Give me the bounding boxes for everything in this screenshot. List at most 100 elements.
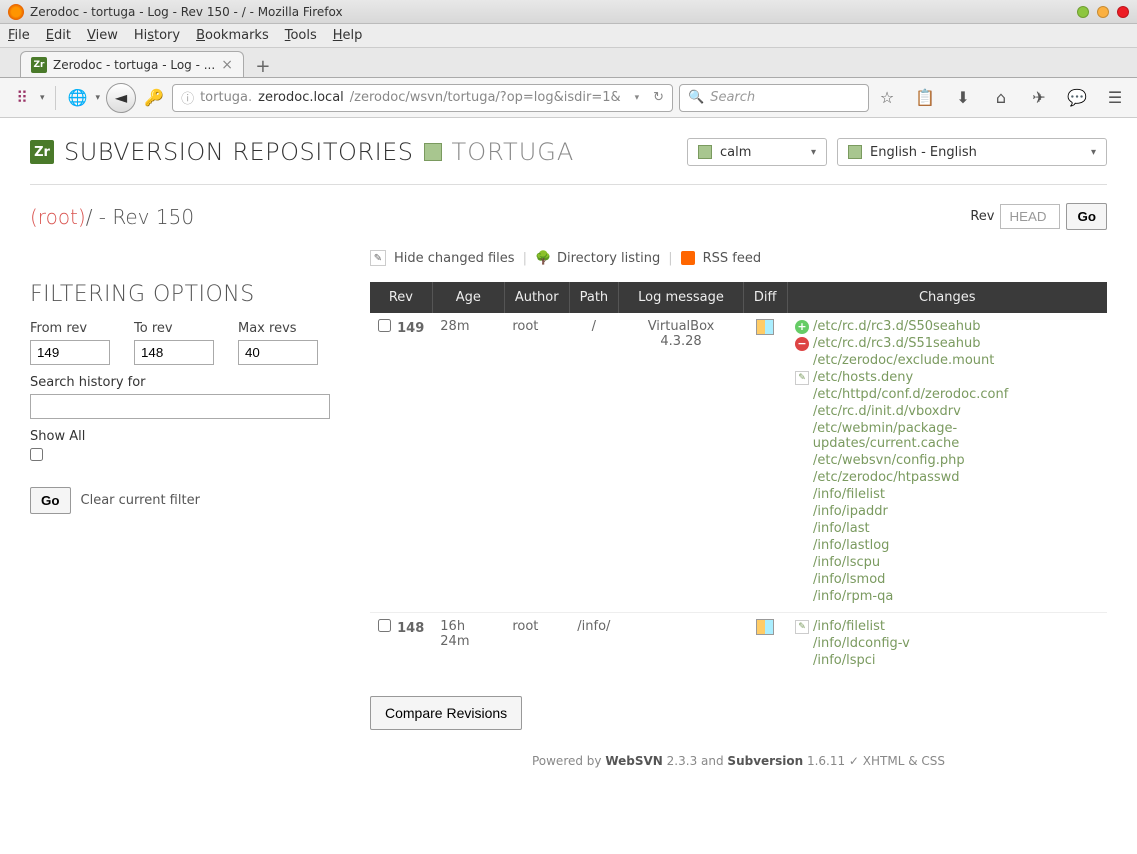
search-bar[interactable]: 🔍 Search — [679, 84, 869, 112]
url-bar[interactable]: ⓘ tortuga.zerodoc.local/zerodoc/wsvn/tor… — [172, 84, 673, 112]
language-dropdown[interactable]: English - English ▾ — [837, 138, 1107, 166]
diff-icon[interactable] — [756, 619, 774, 635]
apps-dropdown-icon[interactable]: ▾ — [40, 93, 45, 103]
search-history-label: Search history for — [30, 375, 340, 390]
key-icon[interactable]: 🔑 — [142, 86, 166, 110]
breadcrumb-root[interactable]: (root) — [30, 205, 86, 229]
th-diff[interactable]: Diff — [743, 282, 787, 313]
path-cell[interactable]: /info/ — [569, 613, 619, 677]
path-cell[interactable]: / — [569, 313, 619, 613]
th-author[interactable]: Author — [504, 282, 569, 313]
row-checkbox[interactable] — [378, 319, 391, 332]
change-path-link[interactable]: /etc/zerodoc/htpasswd — [813, 470, 960, 485]
show-all-field: Show All — [30, 429, 340, 465]
th-age[interactable]: Age — [432, 282, 504, 313]
change-line: /info/lastlog — [795, 538, 1099, 553]
diff-cell — [743, 313, 787, 613]
th-logmsg[interactable]: Log message — [619, 282, 744, 313]
rev-go-button[interactable]: Go — [1066, 203, 1107, 230]
filter-go-button[interactable]: Go — [30, 487, 71, 514]
change-path-link[interactable]: /etc/zerodoc/exclude.mount — [813, 353, 994, 368]
change-path-link[interactable]: /info/lsmod — [813, 572, 885, 587]
filter-sidebar: FILTERING OPTIONS From rev To rev Max re… — [30, 282, 340, 514]
url-dropdown-icon[interactable]: ▾ — [635, 93, 640, 103]
minimize-button[interactable] — [1077, 6, 1089, 18]
change-path-link[interactable]: /etc/rc.d/init.d/vboxdrv — [813, 404, 961, 419]
close-button[interactable] — [1117, 6, 1129, 18]
change-path-link[interactable]: /info/filelist — [813, 619, 885, 634]
th-changes[interactable]: Changes — [787, 282, 1107, 313]
change-path-link[interactable]: /info/rpm-qa — [813, 589, 893, 604]
globe-icon[interactable]: 🌐 — [66, 86, 90, 110]
separator: | — [523, 251, 527, 266]
search-history-input[interactable] — [30, 394, 330, 419]
menu-bookmarks[interactable]: Bookmarks — [196, 28, 269, 43]
change-path-link[interactable]: /etc/rc.d/rc3.d/S51seahub — [813, 336, 980, 351]
hide-changed-link[interactable]: Hide changed files — [394, 251, 515, 266]
change-path-link[interactable]: /info/lspci — [813, 653, 876, 668]
change-path-link[interactable]: /info/filelist — [813, 487, 885, 502]
logmsg-cell — [619, 613, 744, 677]
clear-filter-link[interactable]: Clear current filter — [81, 493, 200, 508]
modify-icon: ✎ — [795, 620, 809, 634]
max-revs-input[interactable] — [238, 340, 318, 365]
change-path-link[interactable]: /etc/httpd/conf.d/zerodoc.conf — [813, 387, 1008, 402]
change-line: /info/lspci — [795, 653, 1099, 668]
change-line: /etc/httpd/conf.d/zerodoc.conf — [795, 387, 1099, 402]
edit-icon: ✎ — [370, 250, 386, 266]
change-path-link[interactable]: /info/lastlog — [813, 538, 889, 553]
cube-icon — [848, 145, 862, 159]
to-rev-input[interactable] — [134, 340, 214, 365]
show-all-checkbox[interactable] — [30, 448, 43, 461]
directory-listing-link[interactable]: Directory listing — [557, 251, 660, 266]
download-icon[interactable]: ⬇ — [951, 86, 975, 110]
menu-icon[interactable]: ☰ — [1103, 86, 1127, 110]
footer: Powered by WebSVN 2.3.3 and Subversion 1… — [370, 754, 1107, 768]
language-value: English - English — [870, 145, 977, 160]
rev-number[interactable]: 148 — [397, 621, 424, 636]
new-tab-button[interactable]: + — [250, 55, 276, 77]
change-path-link[interactable]: /etc/rc.d/rc3.d/S50seahub — [813, 319, 980, 334]
menu-history[interactable]: History — [134, 28, 180, 43]
change-path-link[interactable]: /etc/websvn/config.php — [813, 453, 965, 468]
home-icon[interactable]: ⌂ — [989, 86, 1013, 110]
change-path-link[interactable]: /info/last — [813, 521, 870, 536]
rss-feed-link[interactable]: RSS feed — [703, 251, 762, 266]
rev-input[interactable] — [1000, 204, 1060, 229]
reload-icon[interactable]: ↻ — [653, 90, 664, 105]
th-rev[interactable]: Rev — [370, 282, 432, 313]
change-path-link[interactable]: /info/ldconfig-v — [813, 636, 910, 651]
row-checkbox[interactable] — [378, 619, 391, 632]
send-icon[interactable]: ✈ — [1027, 86, 1051, 110]
change-path-link[interactable]: /info/ipaddr — [813, 504, 888, 519]
clipboard-icon[interactable]: 📋 — [913, 86, 937, 110]
from-rev-input[interactable] — [30, 340, 110, 365]
apps-icon[interactable]: ⠿ — [10, 86, 34, 110]
back-button[interactable]: ◄ — [106, 83, 136, 113]
compare-revisions-button[interactable]: Compare Revisions — [370, 696, 522, 730]
tab-close-icon[interactable]: × — [221, 57, 233, 73]
browser-tab[interactable]: Zr Zerodoc - tortuga - Log - ... × — [20, 51, 244, 77]
header-title: SUBVERSION REPOSITORIES — [64, 138, 414, 166]
to-rev-label: To rev — [134, 321, 214, 336]
menu-edit[interactable]: Edit — [46, 28, 71, 43]
zr-logo: Zr — [30, 140, 54, 164]
rev-number[interactable]: 149 — [397, 321, 424, 336]
menu-view[interactable]: View — [87, 28, 118, 43]
globe-dropdown-icon[interactable]: ▾ — [96, 93, 101, 103]
theme-dropdown[interactable]: calm ▾ — [687, 138, 827, 166]
change-path-link[interactable]: /etc/hosts.deny — [813, 370, 913, 385]
menu-file[interactable]: File — [8, 28, 30, 43]
tree-icon: 🌳 — [535, 251, 549, 265]
chat-icon[interactable]: 💬 — [1065, 86, 1089, 110]
change-line: ✎ /etc/hosts.deny — [795, 370, 1099, 385]
th-path[interactable]: Path — [569, 282, 619, 313]
menu-help[interactable]: Help — [333, 28, 363, 43]
maximize-button[interactable] — [1097, 6, 1109, 18]
menu-tools[interactable]: Tools — [285, 28, 317, 43]
identity-icon[interactable]: ⓘ — [181, 88, 194, 107]
change-path-link[interactable]: /info/lscpu — [813, 555, 880, 570]
bookmark-icon[interactable]: ☆ — [875, 86, 899, 110]
change-path-link[interactable]: /etc/webmin/package-updates/current.cach… — [813, 421, 1099, 451]
diff-icon[interactable] — [756, 319, 774, 335]
